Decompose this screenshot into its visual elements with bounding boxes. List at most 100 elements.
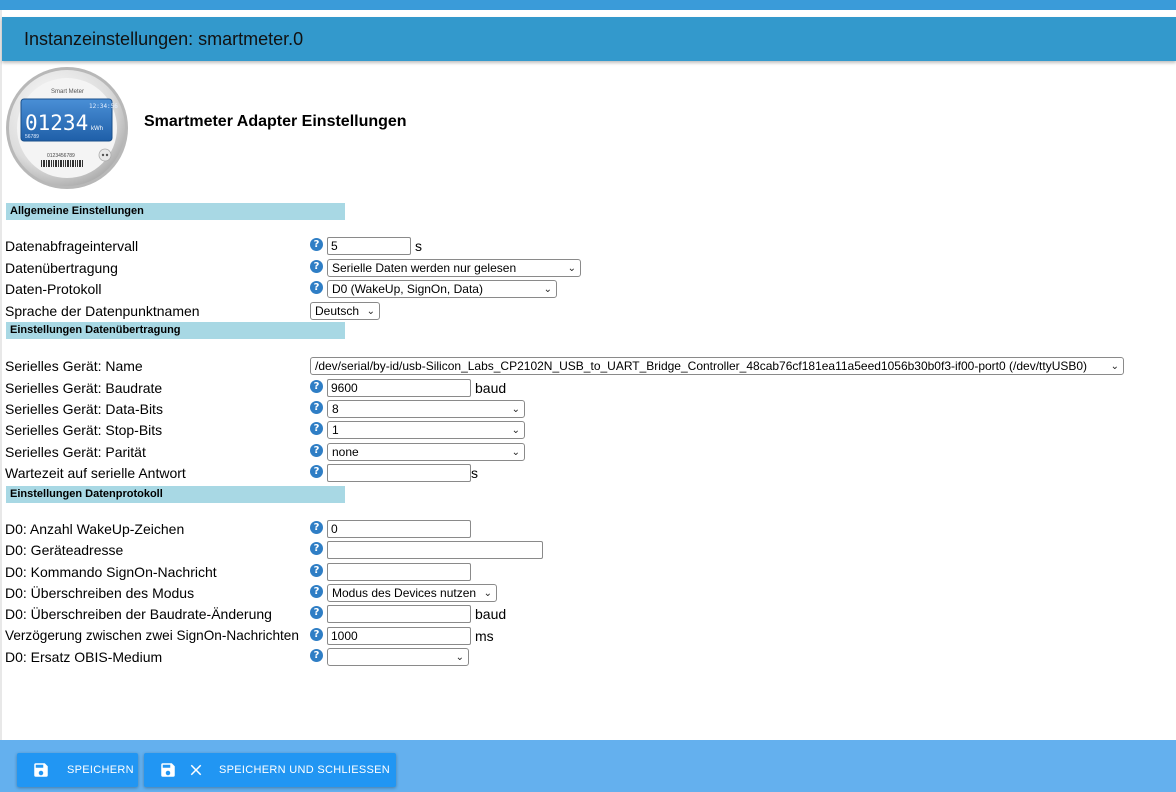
parity-label: Serielles Gerät: Parität [5,444,146,460]
row-serial-name: Serielles Gerät: Name /dev/serial/by-id/… [5,357,1145,377]
obis-select[interactable]: ⌄ [327,648,469,666]
signon-label: D0: Kommando SignOn-Nachricht [5,564,217,580]
transfer-label: Datenübertragung [5,260,118,276]
save-button[interactable]: SPEICHERN [17,753,138,787]
help-icon[interactable]: ? [310,281,323,294]
baud-label: Serielles Gerät: Baudrate [5,380,163,396]
chevron-down-icon: ⌄ [511,447,520,458]
chevron-down-icon: ⌄ [511,425,520,436]
delay-input[interactable] [327,627,471,645]
chevron-down-icon: ⌄ [366,306,375,317]
logo-unit: kWh [91,126,103,132]
row-interval: Datenabfrageintervall ? s [5,237,505,257]
help-icon[interactable]: ? [310,465,323,478]
wait-input[interactable] [327,464,471,482]
row-mode: D0: Überschreiben des Modus ? Modus des … [5,584,565,604]
row-wakeup: D0: Anzahl WakeUp-Zeichen ? [5,520,565,540]
databits-value: 8 [332,402,339,416]
delay-unit: ms [475,628,494,644]
close-icon [187,761,205,779]
row-delay: Verzögerung zwischen zwei SignOn-Nachric… [5,627,565,647]
help-icon[interactable]: ? [310,380,323,393]
logo-brand: Smart Meter [51,89,84,95]
serial-name-label: Serielles Gerät: Name [5,358,143,374]
protocol-label: Daten-Protokoll [5,281,102,297]
save-label: SPEICHERN [67,764,134,776]
section-protocol: Einstellungen Datenprotokoll [6,486,345,503]
baud-unit: baud [475,380,507,396]
page-title: Smartmeter Adapter Einstellungen [144,113,407,130]
row-wait: Wartezeit auf serielle Antwort ? s [5,464,565,484]
help-icon[interactable]: ? [310,444,323,457]
help-icon[interactable]: ? [310,422,323,435]
serial-name-select[interactable]: /dev/serial/by-id/usb-Silicon_Labs_CP210… [310,357,1124,375]
wakeup-input[interactable] [327,520,471,538]
save-close-button[interactable]: SPEICHERN UND SCHLIESSEN [144,753,396,787]
address-label: D0: Geräteadresse [5,542,124,558]
baudchange-label: D0: Überschreiben der Baudrate-Änderung [5,606,272,622]
help-icon[interactable]: ? [310,401,323,414]
address-input[interactable] [327,541,543,559]
obis-label: D0: Ersatz OBIS-Medium [5,649,163,665]
baud-input[interactable] [327,379,471,397]
delay-label: Verzögerung zwischen zwei SignOn-Nachric… [5,628,299,643]
section-transfer: Einstellungen Datenübertragung [6,322,345,339]
help-icon[interactable]: ? [310,238,323,251]
logo-time: 12:34:56 [89,103,118,110]
left-border [0,10,2,740]
section-general: Allgemeine Einstellungen [6,203,345,220]
baudchange-input[interactable] [327,605,471,623]
row-stopbits: Serielles Gerät: Stop-Bits ? 1 ⌄ [5,421,565,441]
transfer-select[interactable]: Serielle Daten werden nur gelesen ⌄ [327,259,581,277]
row-transfer: Datenübertragung ? Serielle Daten werden… [5,259,605,279]
smartmeter-logo: Smart Meter 12:34:56 01234 kWh 56789 012… [5,66,132,193]
baudchange-unit: baud [475,606,507,622]
logo-serial: 0123456789 [47,153,75,159]
help-icon[interactable]: ? [310,564,323,577]
stopbits-value: 1 [332,423,339,437]
mode-label: D0: Überschreiben des Modus [5,585,195,601]
save-close-label: SPEICHERN UND SCHLIESSEN [219,764,391,776]
help-icon[interactable]: ? [310,542,323,555]
parity-select[interactable]: none ⌄ [327,443,525,461]
chevron-down-icon: ⌄ [567,263,576,274]
row-databits: Serielles Gerät: Data-Bits ? 8 ⌄ [5,400,565,420]
logo-sub: 56789 [25,134,39,140]
signon-input[interactable] [327,563,471,581]
mode-value: Modus des Devices nutzen [332,586,477,600]
help-icon[interactable]: ? [310,649,323,662]
row-address: D0: Geräteadresse ? [5,541,565,561]
databits-select[interactable]: 8 ⌄ [327,400,525,418]
stopbits-select[interactable]: 1 ⌄ [327,421,525,439]
logo-reading: 01234 [25,111,88,135]
parity-value: none [332,445,359,459]
wait-unit: s [471,465,478,481]
protocol-value: D0 (WakeUp, SignOn, Data) [332,282,483,296]
row-baudchange: D0: Überschreiben der Baudrate-Änderung … [5,605,565,625]
help-icon[interactable]: ? [310,521,323,534]
language-select[interactable]: Deutsch ⌄ [310,302,380,320]
wakeup-label: D0: Anzahl WakeUp-Zeichen [5,521,185,537]
row-baud: Serielles Gerät: Baudrate ? baud [5,379,565,399]
mode-select[interactable]: Modus des Devices nutzen ⌄ [327,584,497,602]
chevron-down-icon: ⌄ [1110,361,1119,372]
interval-unit: s [415,238,422,254]
databits-label: Serielles Gerät: Data-Bits [5,401,163,417]
footer-bar: SPEICHERN SPEICHERN UND SCHLIESSEN [0,740,1176,792]
wait-label: Wartezeit auf serielle Antwort [5,465,186,481]
chevron-down-icon: ⌄ [483,588,492,599]
help-icon[interactable]: ? [310,585,323,598]
row-protocol: Daten-Protokoll ? D0 (WakeUp, SignOn, Da… [5,280,605,300]
save-icon [32,761,50,779]
row-obis: D0: Ersatz OBIS-Medium ? ⌄ [5,648,565,668]
interval-input[interactable] [327,237,411,255]
help-icon[interactable]: ? [310,628,323,641]
help-icon[interactable]: ? [310,606,323,619]
dialog-header: Instanzeinstellungen: smartmeter.0 [2,17,1176,61]
row-signon: D0: Kommando SignOn-Nachricht ? [5,563,565,583]
save-icon [159,761,177,779]
help-icon[interactable]: ? [310,260,323,273]
chevron-down-icon: ⌄ [543,284,552,295]
protocol-select[interactable]: D0 (WakeUp, SignOn, Data) ⌄ [327,280,557,298]
top-strip [0,0,1176,10]
